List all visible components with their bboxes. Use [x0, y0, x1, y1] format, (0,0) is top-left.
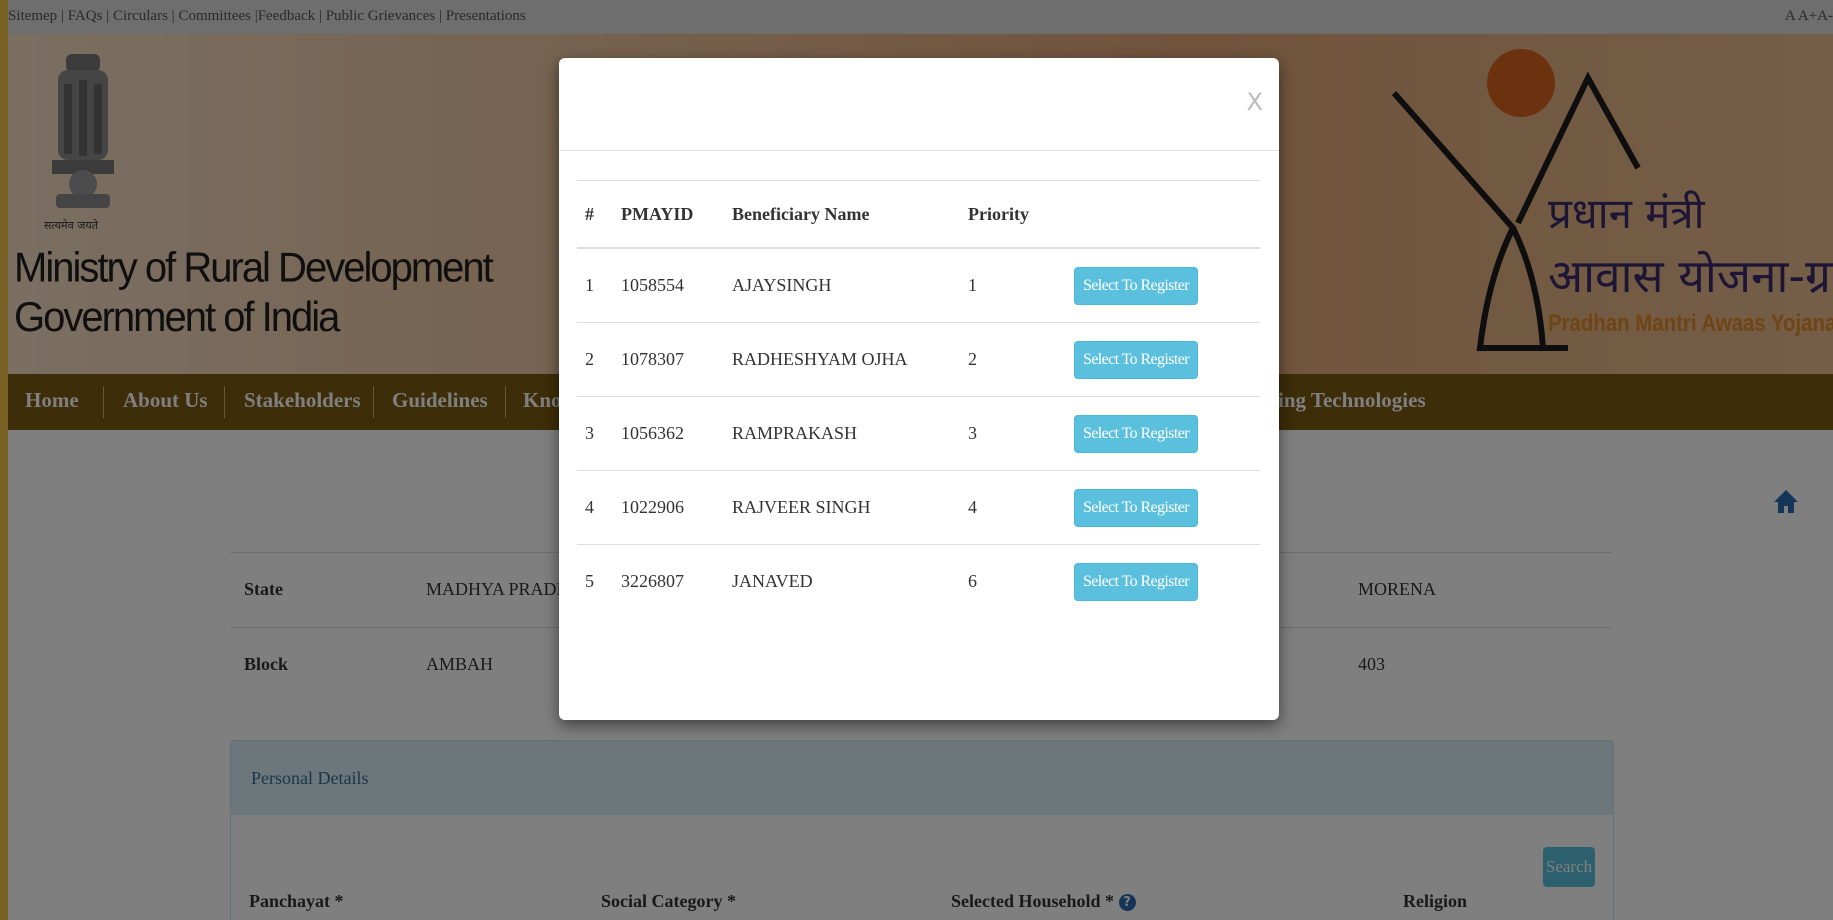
- row-priority: 6: [960, 544, 1066, 618]
- table-row: 1 1058554 AJAYSINGH 1 Select To Register: [577, 248, 1260, 323]
- table-row: 5 3226807 JANAVED 6 Select To Register: [577, 544, 1260, 618]
- select-to-register-button[interactable]: Select To Register: [1074, 266, 1198, 305]
- row-name: RAJVEER SINGH: [724, 470, 960, 545]
- select-to-register-button[interactable]: Select To Register: [1074, 562, 1198, 601]
- row-action: Select To Register: [1066, 470, 1260, 545]
- row-number: 3: [577, 396, 613, 471]
- select-to-register-button[interactable]: Select To Register: [1074, 414, 1198, 453]
- row-pmayid: 1058554: [621, 275, 684, 295]
- col-header-action: [1066, 180, 1260, 249]
- row-priority: 1: [968, 275, 977, 295]
- row-name: RAMPRAKASH: [724, 396, 960, 471]
- select-to-register-button[interactable]: Select To Register: [1074, 488, 1198, 527]
- close-icon[interactable]: X: [1247, 88, 1263, 116]
- table-row: 2 1078307 RADHESHYAM OJHA 2 Select To Re…: [577, 322, 1260, 397]
- row-action: Select To Register: [1066, 544, 1260, 618]
- row-name: JANAVED: [724, 544, 960, 618]
- row-name: AJAYSINGH: [732, 275, 832, 295]
- select-to-register-button[interactable]: Select To Register: [1074, 340, 1198, 379]
- row-priority: 3: [960, 396, 1066, 471]
- row-number: 1: [585, 275, 594, 295]
- row-pmayid: 1078307: [613, 322, 724, 397]
- modal-header: X: [559, 58, 1279, 151]
- row-action: Select To Register: [1066, 396, 1260, 471]
- beneficiary-table: # PMAYID Beneficiary Name Priority 1 105…: [577, 180, 1260, 618]
- row-action: Select To Register: [1066, 322, 1260, 397]
- beneficiary-modal: X # PMAYID Beneficiary Name Priority 1 1…: [559, 58, 1279, 720]
- col-header-number: #: [577, 180, 613, 249]
- row-priority: 4: [960, 470, 1066, 545]
- row-action: Select To Register: [1066, 248, 1260, 323]
- row-number: 2: [577, 322, 613, 397]
- row-number: 5: [577, 544, 613, 618]
- table-header-row: # PMAYID Beneficiary Name Priority: [577, 180, 1260, 249]
- table-row: 3 1056362 RAMPRAKASH 3 Select To Registe…: [577, 396, 1260, 471]
- row-name: RADHESHYAM OJHA: [724, 322, 960, 397]
- col-header-priority: Priority: [960, 180, 1066, 249]
- table-row: 4 1022906 RAJVEER SINGH 4 Select To Regi…: [577, 470, 1260, 545]
- row-priority: 2: [960, 322, 1066, 397]
- row-number: 4: [577, 470, 613, 545]
- row-pmayid: 3226807: [613, 544, 724, 618]
- row-pmayid: 1056362: [613, 396, 724, 471]
- row-pmayid: 1022906: [613, 470, 724, 545]
- col-header-name: Beneficiary Name: [724, 180, 960, 249]
- col-header-pmayid: PMAYID: [613, 180, 724, 249]
